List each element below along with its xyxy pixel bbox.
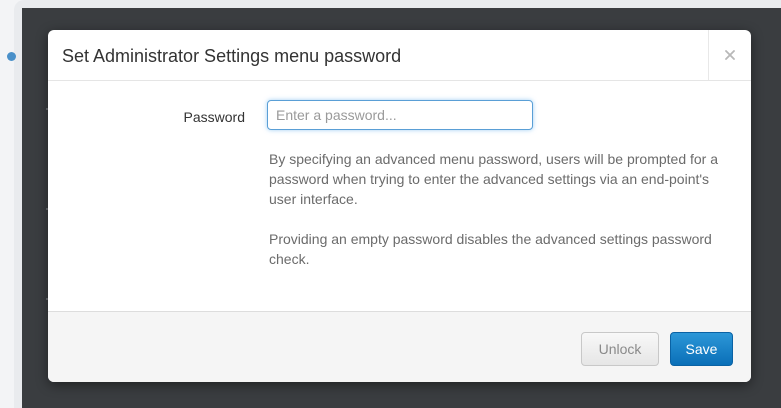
close-button[interactable] bbox=[708, 30, 751, 80]
password-label: Password bbox=[183, 109, 245, 125]
password-input[interactable] bbox=[267, 100, 533, 130]
help-text-empty-password: Providing an empty password disables the… bbox=[269, 231, 712, 267]
dialog-footer: Unlock Save bbox=[48, 311, 751, 382]
dialog-title: Set Administrator Settings menu password bbox=[62, 46, 402, 66]
step-indicator-dot bbox=[7, 52, 16, 61]
close-icon bbox=[725, 50, 735, 60]
dialog-header: Set Administrator Settings menu password bbox=[48, 30, 751, 81]
unlock-button[interactable]: Unlock bbox=[581, 332, 659, 366]
save-button[interactable]: Save bbox=[670, 332, 733, 366]
help-text-advanced-menu: By specifying an advanced menu password,… bbox=[269, 151, 719, 207]
password-dialog: Set Administrator Settings menu password… bbox=[48, 30, 751, 382]
